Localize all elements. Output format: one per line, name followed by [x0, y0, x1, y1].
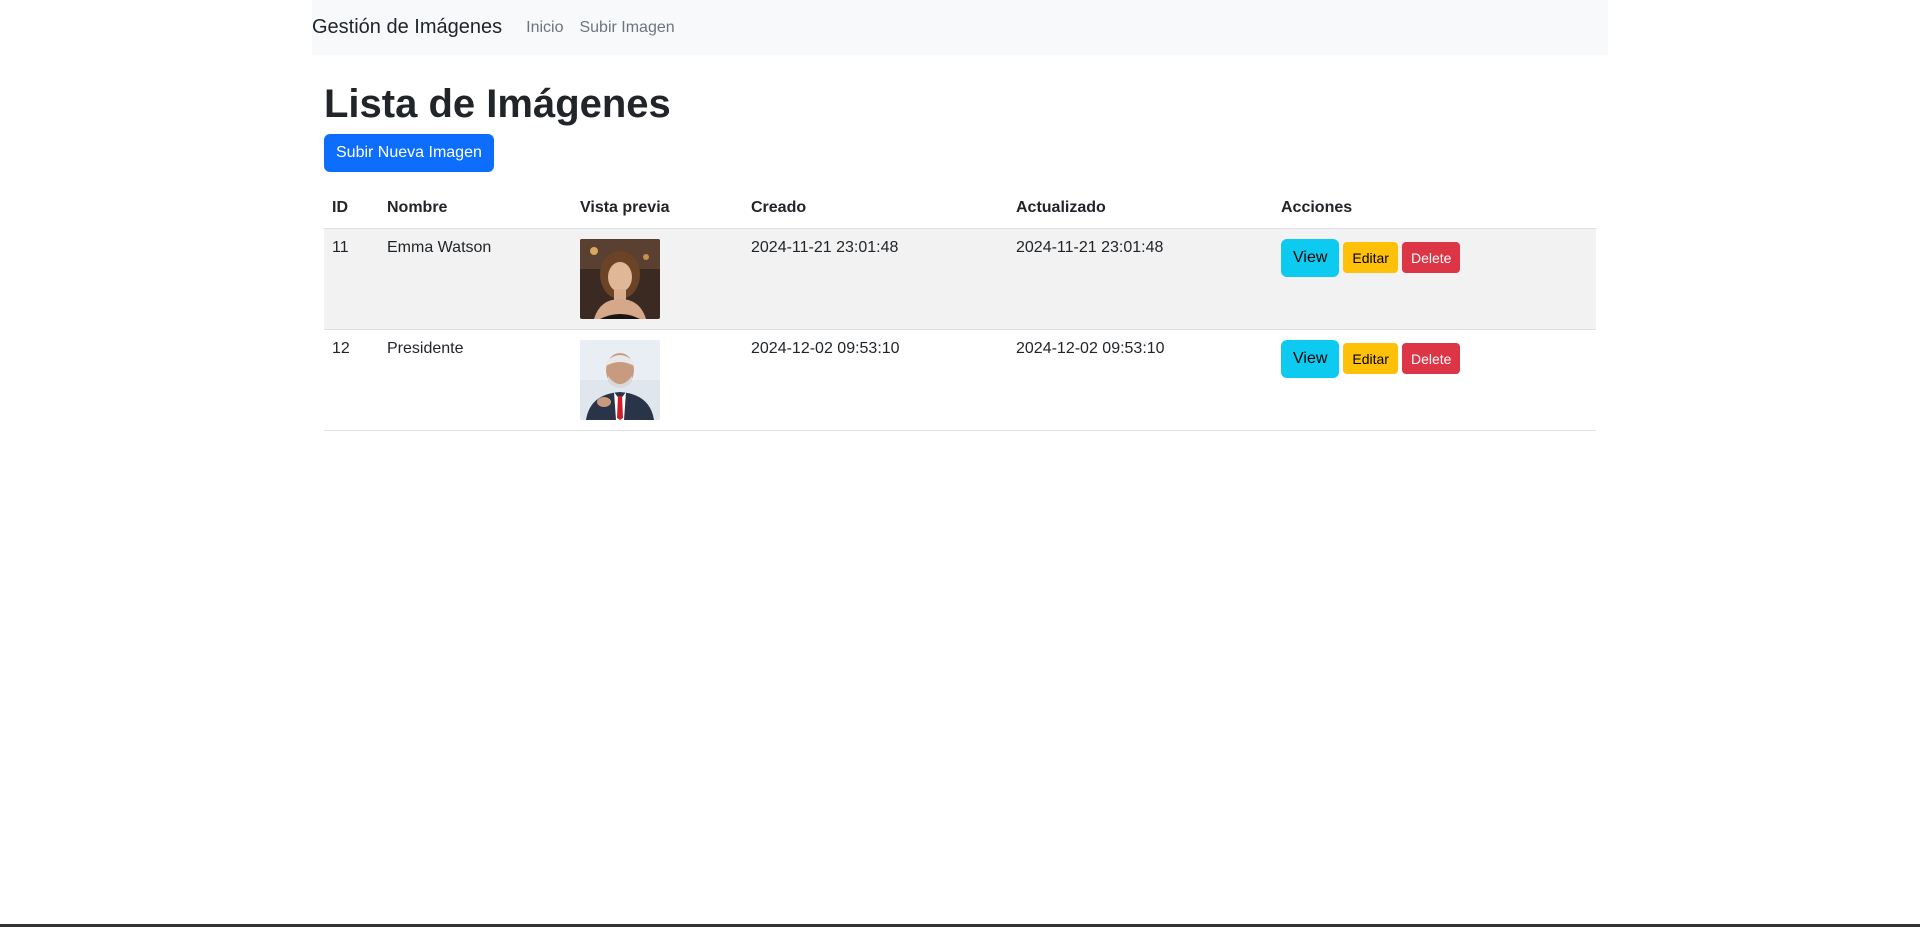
upload-new-image-button[interactable]: Subir Nueva Imagen	[324, 134, 494, 172]
delete-button[interactable]: Delete	[1401, 242, 1461, 273]
image-thumbnail	[580, 339, 660, 420]
cell-created: 2024-11-21 23:01:48	[743, 228, 1008, 330]
column-header-nombre: Nombre	[379, 188, 572, 229]
cell-updated: 2024-12-02 09:53:10	[1008, 329, 1273, 431]
cell-preview	[572, 228, 743, 330]
main-content: Lista de Imágenes Subir Nueva Imagen ID …	[324, 55, 1596, 431]
navbar: Gestión de Imágenes Inicio Subir Imagen	[312, 0, 1608, 55]
navbar-brand[interactable]: Gestión de Imágenes	[312, 16, 502, 39]
column-header-acciones: Acciones	[1273, 188, 1596, 229]
nav-link-subir-imagen[interactable]: Subir Imagen	[579, 19, 674, 37]
cell-actions: View Editar Delete	[1273, 329, 1596, 431]
delete-button[interactable]: Delete	[1401, 343, 1461, 374]
table-row: 11 Emma Watson 2024-11-21 23:01:48 2024-…	[324, 228, 1596, 330]
images-table: ID Nombre Vista previa Creado Actualizad…	[324, 188, 1596, 431]
cell-name: Emma Watson	[379, 228, 572, 330]
column-header-id: ID	[324, 188, 379, 229]
cell-created: 2024-12-02 09:53:10	[743, 329, 1008, 431]
cell-id: 12	[324, 329, 379, 431]
edit-button[interactable]: Editar	[1343, 343, 1398, 374]
edit-button[interactable]: Editar	[1343, 242, 1398, 273]
row-actions: View Editar Delete	[1281, 238, 1588, 277]
nav-link-inicio[interactable]: Inicio	[526, 19, 563, 37]
column-header-vista-previa: Vista previa	[572, 188, 743, 229]
view-button[interactable]: View	[1281, 339, 1340, 378]
cell-name: Presidente	[379, 329, 572, 431]
view-button[interactable]: View	[1281, 238, 1340, 277]
cell-updated: 2024-11-21 23:01:48	[1008, 228, 1273, 330]
column-header-actualizado: Actualizado	[1008, 188, 1273, 229]
row-actions: View Editar Delete	[1281, 339, 1588, 378]
column-header-creado: Creado	[743, 188, 1008, 229]
cell-id: 11	[324, 228, 379, 330]
page-title: Lista de Imágenes	[324, 82, 671, 126]
table-row: 12 Presidente 2024-12-02 09:53:10 2024-1…	[324, 329, 1596, 431]
image-thumbnail	[580, 238, 660, 319]
cell-actions: View Editar Delete	[1273, 228, 1596, 330]
table-header-row: ID Nombre Vista previa Creado Actualizad…	[324, 188, 1596, 229]
page-container: Gestión de Imágenes Inicio Subir Imagen …	[312, 0, 1608, 431]
cell-preview	[572, 329, 743, 431]
